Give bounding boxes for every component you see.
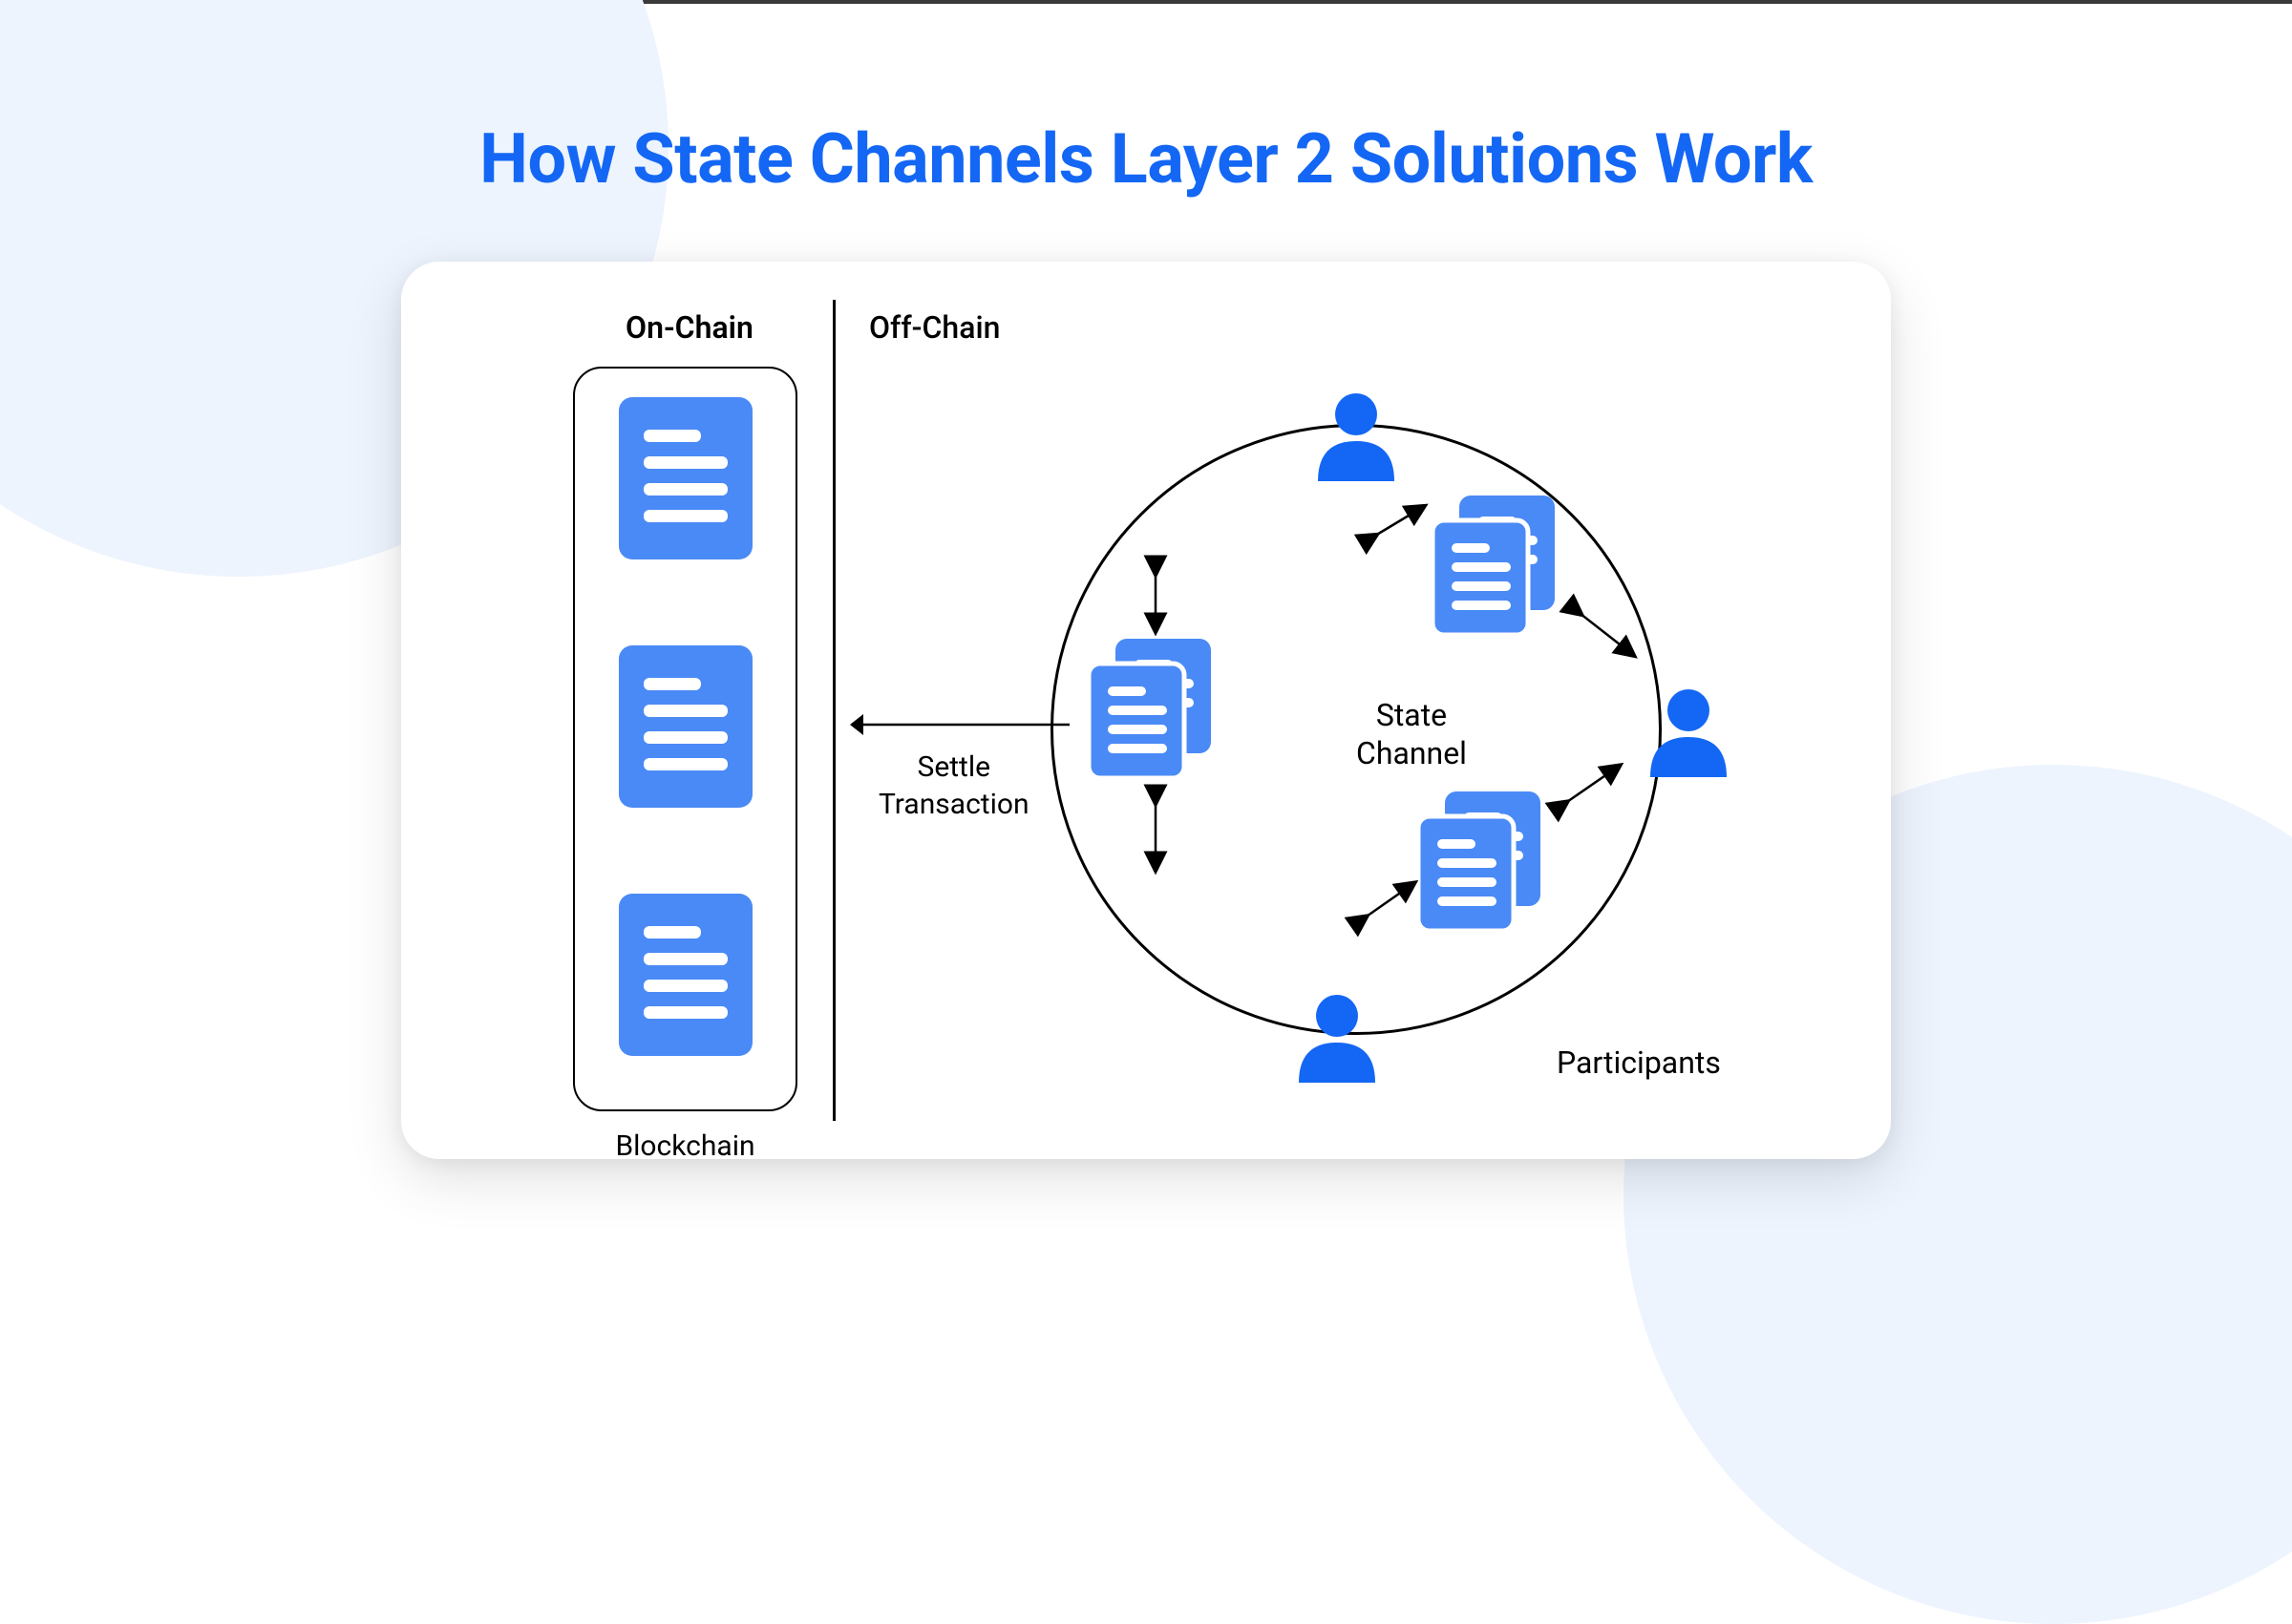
settle-arrow [833, 710, 1072, 739]
blockchain-container: Blockchain [573, 367, 797, 1111]
document-icon [619, 645, 753, 808]
diagram-title: How State Channels Layer 2 Solutions Wor… [0, 118, 2292, 200]
blockchain-label: Blockchain [575, 1129, 796, 1163]
diagram-card: On-Chain Off-Chain Blockchain [401, 262, 1891, 1159]
settle-transaction-label: Settle Transaction [879, 749, 1029, 823]
document-icon [619, 397, 753, 559]
document-icon [619, 894, 753, 1056]
exchange-arrows [1041, 414, 1709, 1064]
onchain-heading: On-Chain [626, 309, 753, 346]
offchain-heading: Off-Chain [869, 309, 1000, 346]
